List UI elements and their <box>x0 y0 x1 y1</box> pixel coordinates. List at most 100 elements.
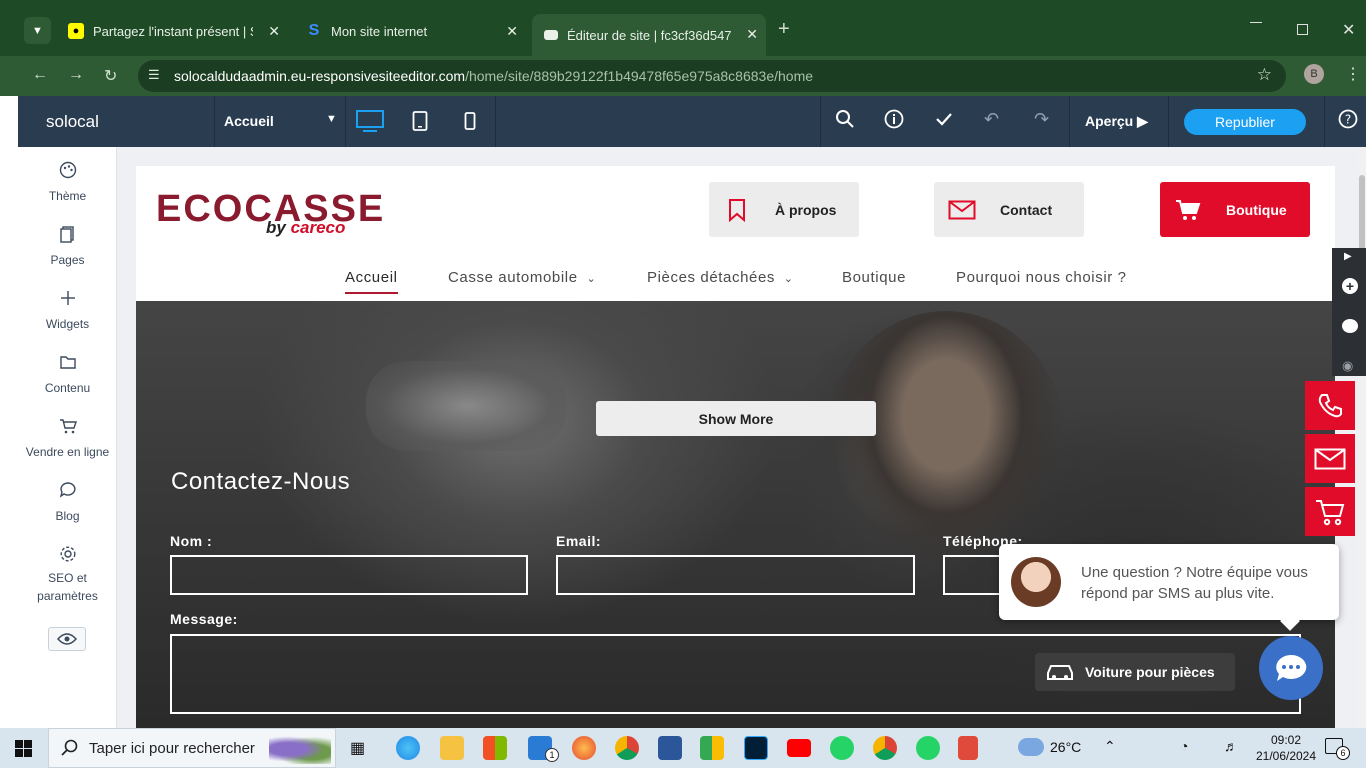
windows-start-icon[interactable] <box>15 740 32 757</box>
tray-volume-icon[interactable]: ♬ <box>1224 738 1238 754</box>
task-view-icon[interactable]: ▦ <box>350 738 365 758</box>
word-icon[interactable] <box>658 736 682 760</box>
tray-network-icon[interactable]: ◔ <box>1180 738 1188 754</box>
hide-elements-toggle[interactable] <box>48 627 86 651</box>
help-icon[interactable]: ? <box>1338 109 1358 129</box>
contact-label: Contact <box>1000 201 1053 218</box>
lavender-decoration-icon <box>269 734 331 764</box>
svg-text:?: ? <box>1345 113 1351 127</box>
whatsapp-icon[interactable] <box>916 736 940 760</box>
sidebar-item-seo-settings[interactable]: SEO et paramètres <box>18 545 117 605</box>
expand-arrow-icon[interactable]: ▶ <box>1344 251 1352 262</box>
profile-avatar[interactable]: B <box>1304 64 1324 84</box>
file-explorer-icon[interactable] <box>440 736 464 760</box>
mobile-view-button[interactable] <box>455 106 485 136</box>
sidebar-item-blog[interactable]: Blog <box>18 481 117 523</box>
chat-launcher-button[interactable] <box>1259 636 1323 700</box>
divider <box>1168 96 1169 147</box>
shop-label: Boutique <box>1226 201 1287 218</box>
shop-button[interactable]: Boutique <box>1160 182 1310 237</box>
menu-item-pourquoi[interactable]: Pourquoi nous choisir ? <box>956 269 1127 286</box>
firefox-icon[interactable] <box>572 736 596 760</box>
cart-float-button[interactable] <box>1305 487 1355 536</box>
desktop-view-button[interactable] <box>355 106 385 136</box>
add-section-icon[interactable]: + <box>1342 278 1358 294</box>
chrome-icon[interactable] <box>615 736 639 760</box>
phone-float-button[interactable] <box>1305 381 1355 430</box>
store-icon[interactable] <box>483 736 507 760</box>
close-icon[interactable]: ✕ <box>268 23 280 40</box>
photoshop-icon[interactable] <box>744 736 768 760</box>
maximize-icon[interactable] <box>1297 24 1308 35</box>
voiture-pour-pieces-button[interactable]: Voiture pour pièces <box>1035 653 1235 691</box>
youtube-icon[interactable] <box>787 739 811 757</box>
clock-time: 09:02 <box>1270 733 1302 747</box>
site-header: ECOCASSE by careco À propos Contact Bout… <box>136 166 1335 301</box>
back-icon[interactable]: ← <box>32 66 48 84</box>
sidebar-item-widgets[interactable]: Widgets <box>18 289 117 331</box>
taskbar-search-input[interactable]: Taper ici pour rechercher <box>48 728 336 768</box>
url-field[interactable]: ☰ solocaldudaadmin.eu-responsivesiteedit… <box>138 60 1286 92</box>
ecocasse-logo[interactable]: ECOCASSE by careco <box>156 188 385 237</box>
chat-popup[interactable]: Une question ? Notre équipe vous répond … <box>999 544 1339 631</box>
reload-icon[interactable]: ↻ <box>104 66 117 86</box>
tab-search-button[interactable]: ▼ <box>24 17 51 44</box>
mail-badge: 1 <box>545 748 559 762</box>
tray-chevron-up-icon[interactable]: ⌃ <box>1104 738 1116 755</box>
forward-icon[interactable]: → <box>68 66 84 84</box>
sidebar-item-pages[interactable]: Pages <box>18 225 117 267</box>
tab-snapchat[interactable]: ● Partagez l'instant présent | Snap ✕ <box>56 16 288 46</box>
bookmark-icon <box>723 196 751 224</box>
tab-editeur[interactable]: Éditeur de site | fc3cf36d54754 ✕ <box>532 14 766 56</box>
menu-item-boutique[interactable]: Boutique <box>842 269 906 286</box>
show-more-button[interactable]: Show More <box>596 401 876 436</box>
bookmark-star-icon[interactable]: ☆ <box>1257 65 1272 85</box>
palette-icon <box>59 161 76 179</box>
whatsapp-icon[interactable] <box>830 736 854 760</box>
menu-item-casse-automobile[interactable]: Casse automobile ⌄ <box>448 269 596 286</box>
sidebar-item-theme[interactable]: Thème <box>18 161 117 203</box>
comment-icon[interactable] <box>1342 319 1358 333</box>
contact-button[interactable]: Contact <box>934 182 1084 237</box>
plus-icon <box>60 291 75 305</box>
window-close-icon[interactable]: ✕ <box>1342 20 1355 40</box>
close-icon[interactable]: ✕ <box>746 26 758 43</box>
site-info-icon[interactable]: ☰ <box>148 67 160 83</box>
sidebar-item-content[interactable]: Contenu <box>18 353 117 395</box>
minimize-icon[interactable] <box>1250 22 1262 23</box>
taskbar-clock[interactable]: 09:02 21/06/2024 <box>1255 732 1317 764</box>
about-button[interactable]: À propos <box>709 182 859 237</box>
new-tab-button[interactable]: + <box>778 18 790 41</box>
canvas-scrollbar[interactable] <box>1358 147 1366 728</box>
preview-button[interactable]: Aperçu ▶ <box>1085 113 1148 130</box>
hidden-eye-icon[interactable]: ◉ <box>1342 358 1353 374</box>
chrome-profile-icon[interactable] <box>873 736 897 760</box>
divider <box>1069 96 1070 147</box>
menu-item-accueil[interactable]: Accueil <box>345 269 398 294</box>
search-icon[interactable] <box>835 109 855 129</box>
divider <box>1324 96 1325 147</box>
weather-temp[interactable]: 26°C <box>1050 739 1081 755</box>
info-icon[interactable] <box>884 109 904 129</box>
close-icon[interactable]: ✕ <box>506 23 518 40</box>
active-app-icon[interactable] <box>958 736 978 760</box>
redo-icon[interactable]: ↷ <box>1034 109 1049 130</box>
meet-icon[interactable] <box>700 736 724 760</box>
menu-kebab-icon[interactable]: ⋮ <box>1345 64 1361 84</box>
email-float-button[interactable] <box>1305 434 1355 483</box>
email-field[interactable] <box>556 555 915 595</box>
chat-popup-text: Une question ? Notre équipe vous répond … <box>1081 564 1308 602</box>
contact-title: Contactez-Nous <box>171 468 351 495</box>
name-field[interactable] <box>170 555 528 595</box>
page-select[interactable]: Accueil ▼ <box>224 113 337 129</box>
republish-button[interactable]: Republier <box>1184 109 1306 135</box>
brand-tagline: by careco <box>266 218 345 238</box>
tab-mon-site[interactable]: S Mon site internet ✕ <box>294 16 526 46</box>
undo-icon[interactable]: ↶ <box>984 109 999 130</box>
check-icon[interactable] <box>934 109 954 129</box>
tablet-view-button[interactable] <box>405 106 435 136</box>
sidebar-item-sell-online[interactable]: Vendre en ligne <box>18 417 117 459</box>
menu-item-pieces-detachees[interactable]: Pièces détachées ⌄ <box>647 269 794 286</box>
tab-title: Partagez l'instant présent | Snap <box>93 23 253 39</box>
edge-icon[interactable] <box>396 736 420 760</box>
